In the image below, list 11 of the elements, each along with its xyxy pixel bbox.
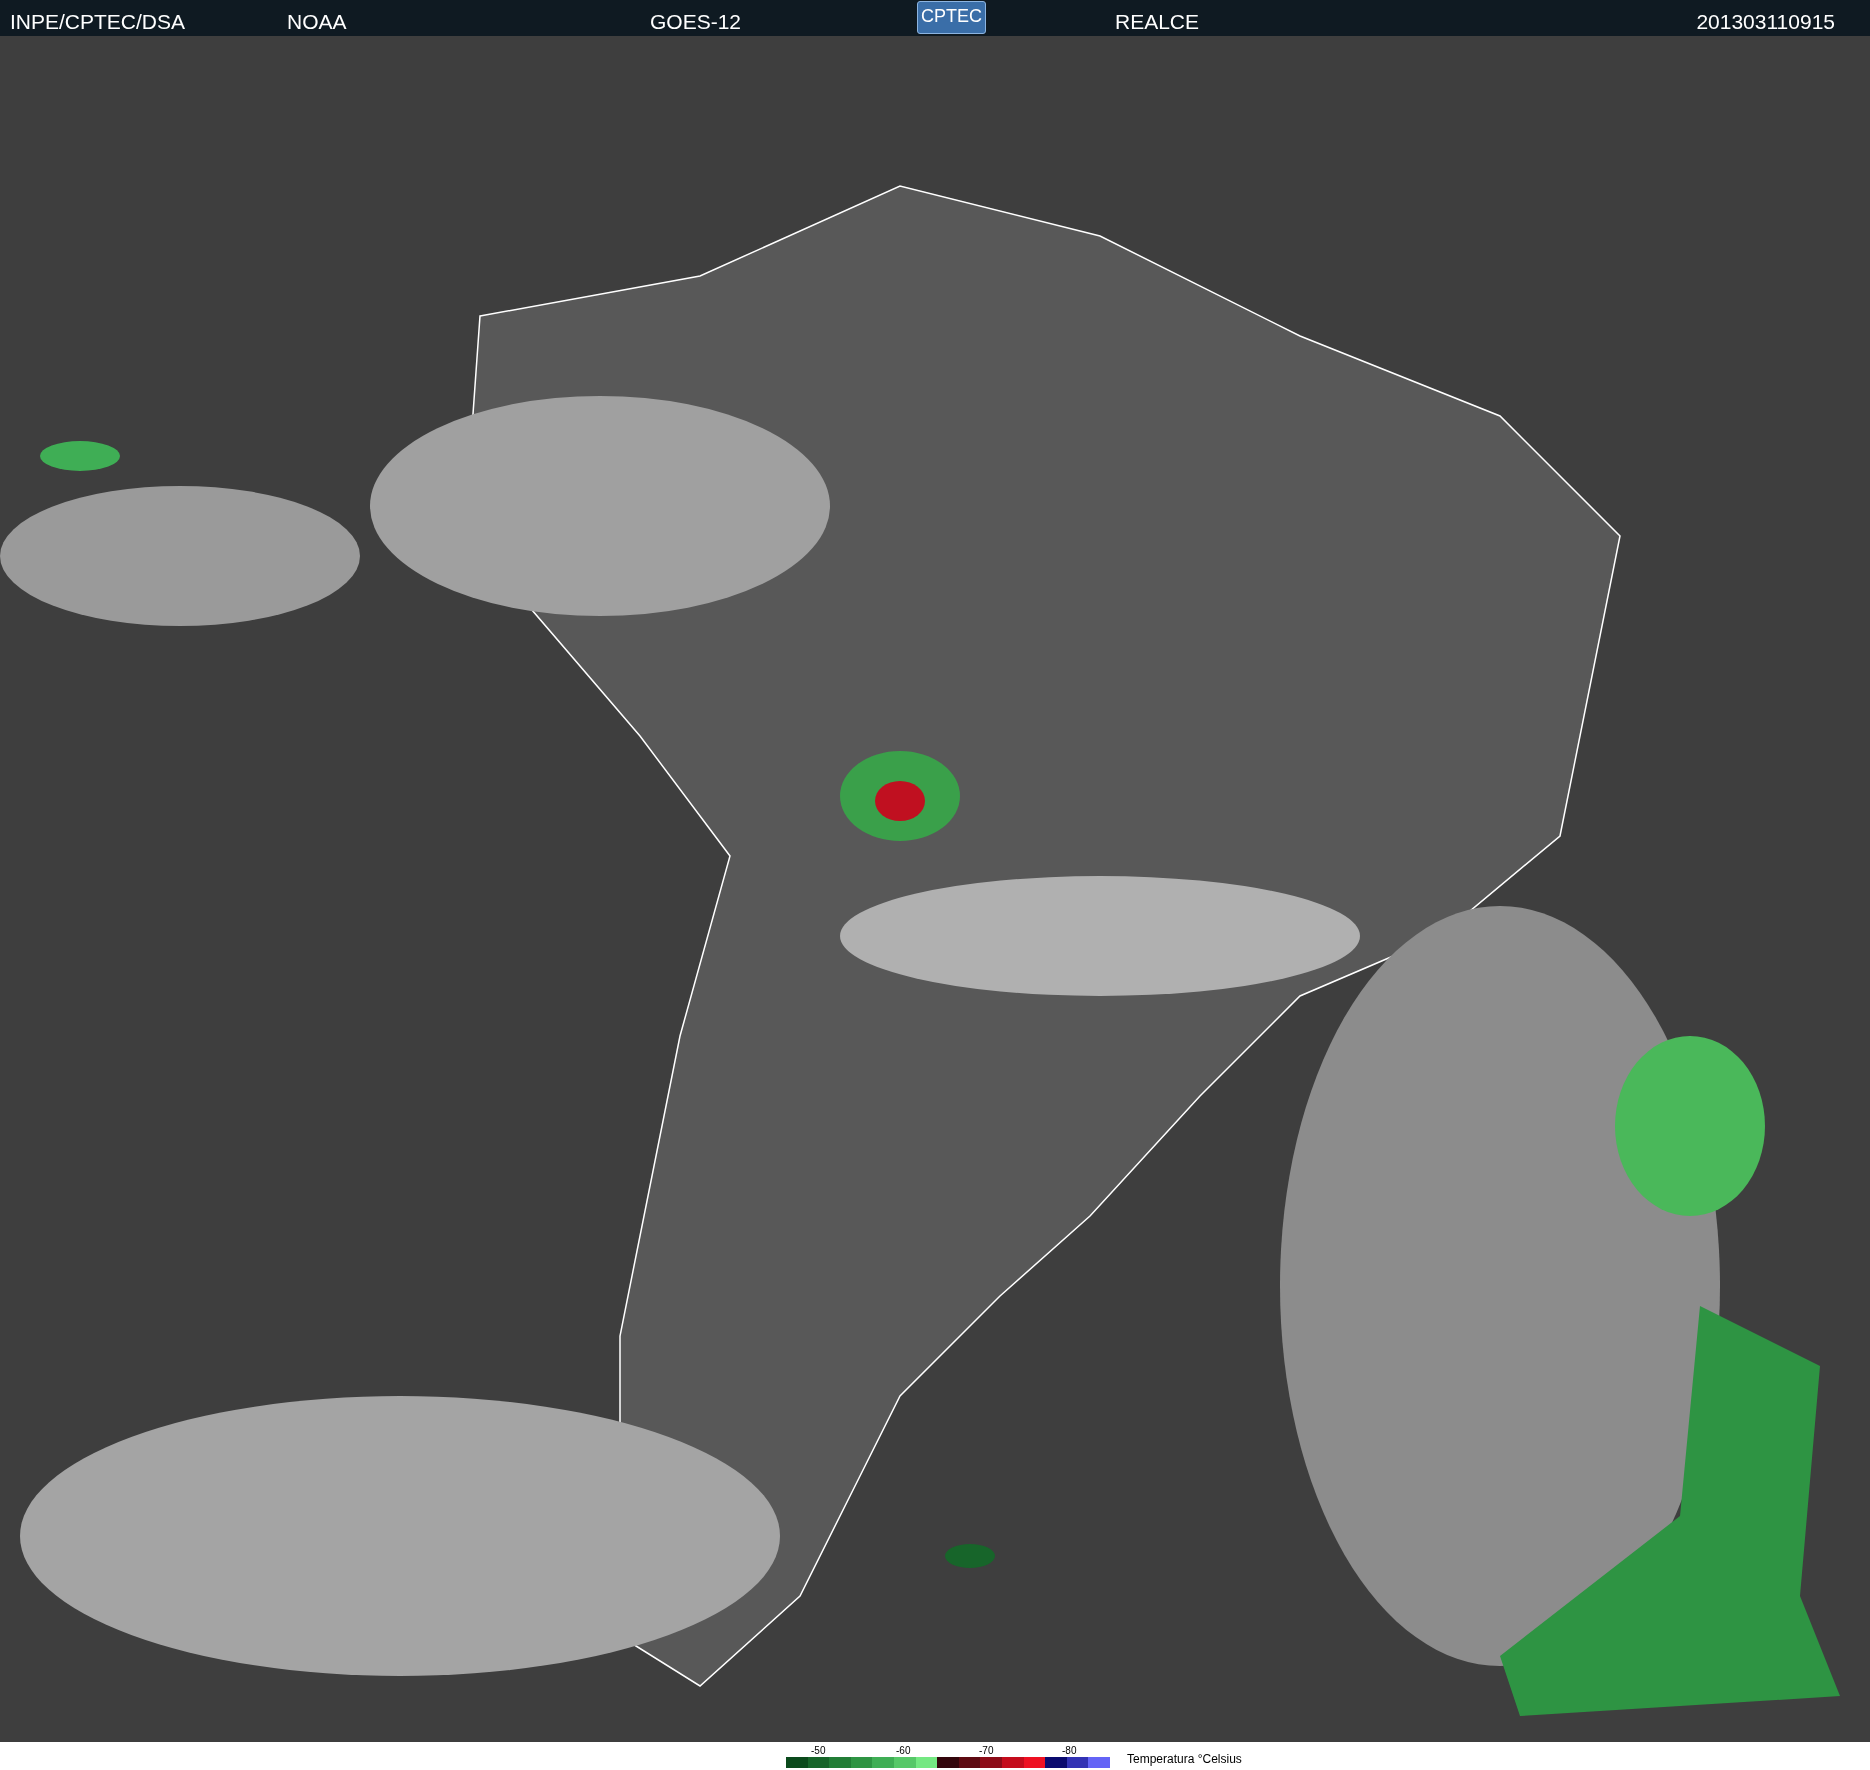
- source-label: INPE/CPTEC/DSA: [10, 9, 186, 35]
- agency-label: NOAA: [287, 9, 347, 35]
- legend-tick-label: -50: [811, 1744, 826, 1758]
- product-label: REALCE: [1115, 9, 1200, 35]
- timestamp-label: 201303110915: [1696, 9, 1835, 35]
- legend-tick-label: -60: [896, 1744, 911, 1758]
- legend-tick-label: -70: [979, 1744, 994, 1758]
- logo-badge: CPTEC: [917, 1, 986, 34]
- legend-title: Temperatura °Celsius: [1127, 1751, 1242, 1768]
- legend-tick-label: -80: [1062, 1744, 1077, 1758]
- satellite-label: GOES-12: [650, 9, 742, 35]
